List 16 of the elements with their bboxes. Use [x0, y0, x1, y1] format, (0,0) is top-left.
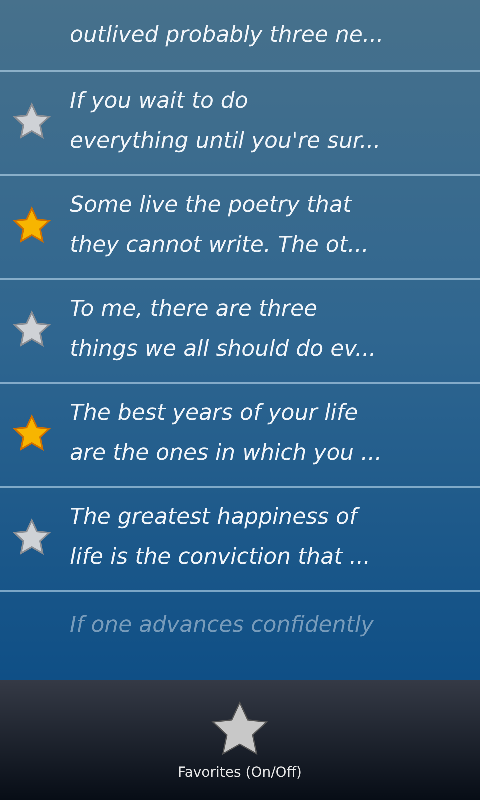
quote-text[interactable]: To me, there are three — [70, 290, 376, 330]
quote-text[interactable]: The greatest happiness of — [70, 498, 371, 538]
quote-text[interactable]: are the ones in which you ... — [70, 434, 382, 474]
quote-text[interactable]: things we all should do ev... — [70, 330, 376, 370]
quote-text[interactable]: If you wait to do — [70, 82, 381, 122]
quote-text[interactable]: everything until you're sur... — [70, 122, 381, 162]
filled-star-icon[interactable] — [12, 414, 52, 454]
star-icon[interactable] — [12, 518, 52, 558]
quote-text[interactable]: they cannot write. The ot... — [70, 226, 369, 266]
quote-text[interactable]: outlived probably three ne... — [70, 16, 384, 56]
quote-text[interactable]: life is the conviction that ... — [70, 538, 371, 578]
filled-star-icon[interactable] — [12, 206, 52, 246]
star-icon[interactable] — [12, 310, 52, 350]
quote-text[interactable]: The best years of your life — [70, 394, 382, 434]
star-icon[interactable] — [12, 102, 52, 142]
quote-text[interactable]: Some live the poetry that — [70, 186, 369, 226]
